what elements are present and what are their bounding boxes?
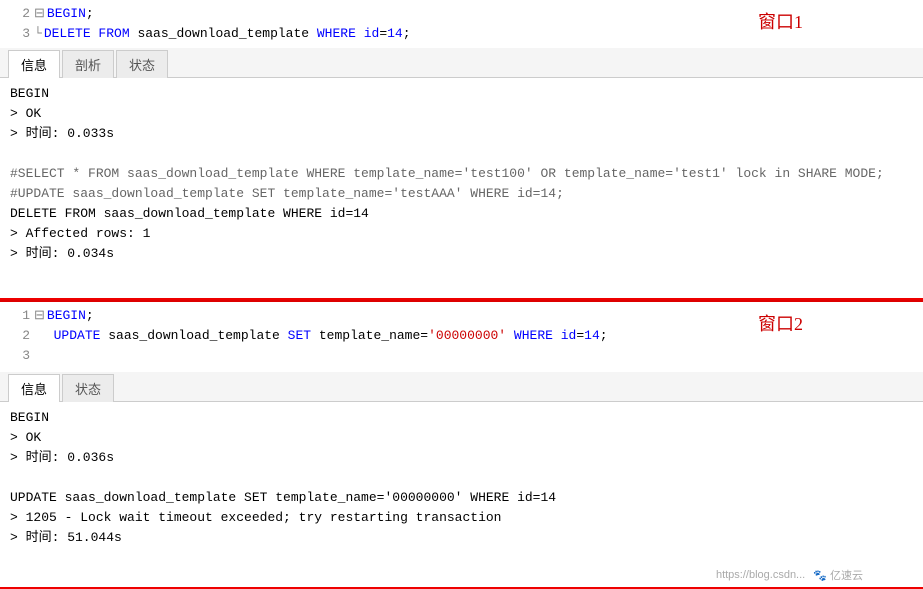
- line-number: 2: [6, 326, 30, 346]
- table-name-w2: saas_download_template: [100, 326, 287, 346]
- space-w2: template_name=: [311, 326, 428, 346]
- collapse-icon-w2[interactable]: ⊟: [34, 306, 45, 326]
- tab-info-1[interactable]: 信息: [8, 50, 60, 78]
- id-value: 14: [387, 24, 403, 44]
- keyword-begin: BEGIN: [47, 4, 86, 24]
- output-blank-w2: [10, 468, 913, 488]
- space2-w2: [506, 326, 514, 346]
- tab-status-1[interactable]: 状态: [116, 50, 168, 78]
- window2-tabs: 信息 状态: [0, 372, 923, 402]
- output-blank1: [10, 144, 913, 164]
- keyword-id: id: [364, 24, 380, 44]
- keyword-where-w2: WHERE: [514, 326, 553, 346]
- watermark-brand: 🐾 亿速云: [813, 567, 863, 583]
- line-number: 3: [6, 346, 30, 366]
- indent-space: [34, 326, 50, 346]
- indent-icon: └: [34, 24, 42, 44]
- window2-label: 窗口2: [758, 310, 803, 336]
- output-affected: > Affected rows: 1: [10, 224, 913, 244]
- where-clause: [356, 24, 364, 44]
- semicolon-w2-2: ;: [600, 326, 608, 346]
- keyword-id-w2: id: [561, 326, 577, 346]
- output-time-w2-2: > 时间: 51.044s: [10, 528, 913, 548]
- line-number: 2: [6, 4, 30, 24]
- watermark-url: https://blog.csdn...: [716, 569, 805, 581]
- semicolon: ;: [86, 4, 94, 24]
- keyword-where: WHERE: [317, 24, 356, 44]
- semicolon2: ;: [403, 24, 411, 44]
- equals-w2: =: [576, 326, 584, 346]
- semicolon-w2: ;: [86, 306, 94, 326]
- space3-w2: [553, 326, 561, 346]
- output-time-w2-1: > 时间: 0.036s: [10, 448, 913, 468]
- collapse-icon[interactable]: ⊟: [34, 4, 45, 24]
- keyword-delete: DELETE FROM: [44, 24, 130, 44]
- id-value-w2: 14: [584, 326, 600, 346]
- output-time2: > 时间: 0.034s: [10, 244, 913, 264]
- output-ok-w2: > OK: [10, 428, 913, 448]
- window2-code: 1 ⊟ BEGIN; 2 UPDATE saas_download_templa…: [0, 302, 923, 372]
- string-value: '00000000': [428, 326, 506, 346]
- watermark-area: https://blog.csdn... 🐾 亿速云: [716, 567, 863, 583]
- output-begin: BEGIN: [10, 84, 913, 104]
- window2-output: BEGIN > OK > 时间: 0.036s UPDATE saas_down…: [0, 402, 923, 587]
- output-delete: DELETE FROM saas_download_template WHERE…: [10, 204, 913, 224]
- output-error: > 1205 - Lock wait timeout exceeded; try…: [10, 508, 913, 528]
- equals: =: [379, 24, 387, 44]
- keyword-update: UPDATE: [54, 326, 101, 346]
- output-time1: > 时间: 0.033s: [10, 124, 913, 144]
- keyword-set: SET: [288, 326, 311, 346]
- keyword-begin-w2: BEGIN: [47, 306, 86, 326]
- window1: 2 ⊟ BEGIN; 3 └ DELETE FROM saas_download…: [0, 0, 923, 300]
- output-comment2: #UPDATE saas_download_template SET templ…: [10, 184, 913, 204]
- window2: 1 ⊟ BEGIN; 2 UPDATE saas_download_templa…: [0, 302, 923, 589]
- table-name: saas_download_template: [130, 24, 317, 44]
- tab-status-2[interactable]: 状态: [62, 374, 114, 402]
- line-number: 1: [6, 306, 30, 326]
- output-begin-w2: BEGIN: [10, 408, 913, 428]
- tab-explain-1[interactable]: 剖析: [62, 50, 114, 78]
- tab-info-2[interactable]: 信息: [8, 374, 60, 402]
- window1-tabs: 信息 剖析 状态: [0, 48, 923, 78]
- window1-code: 2 ⊟ BEGIN; 3 └ DELETE FROM saas_download…: [0, 0, 923, 48]
- output-update: UPDATE saas_download_template SET templa…: [10, 488, 913, 508]
- line-number: 3: [6, 24, 30, 44]
- code-line-w2-3: 3: [0, 346, 923, 366]
- window1-output: BEGIN > OK > 时间: 0.033s #SELECT * FROM s…: [0, 78, 923, 298]
- output-ok: > OK: [10, 104, 913, 124]
- window1-label: 窗口1: [758, 8, 803, 34]
- output-comment1: #SELECT * FROM saas_download_template WH…: [10, 164, 913, 184]
